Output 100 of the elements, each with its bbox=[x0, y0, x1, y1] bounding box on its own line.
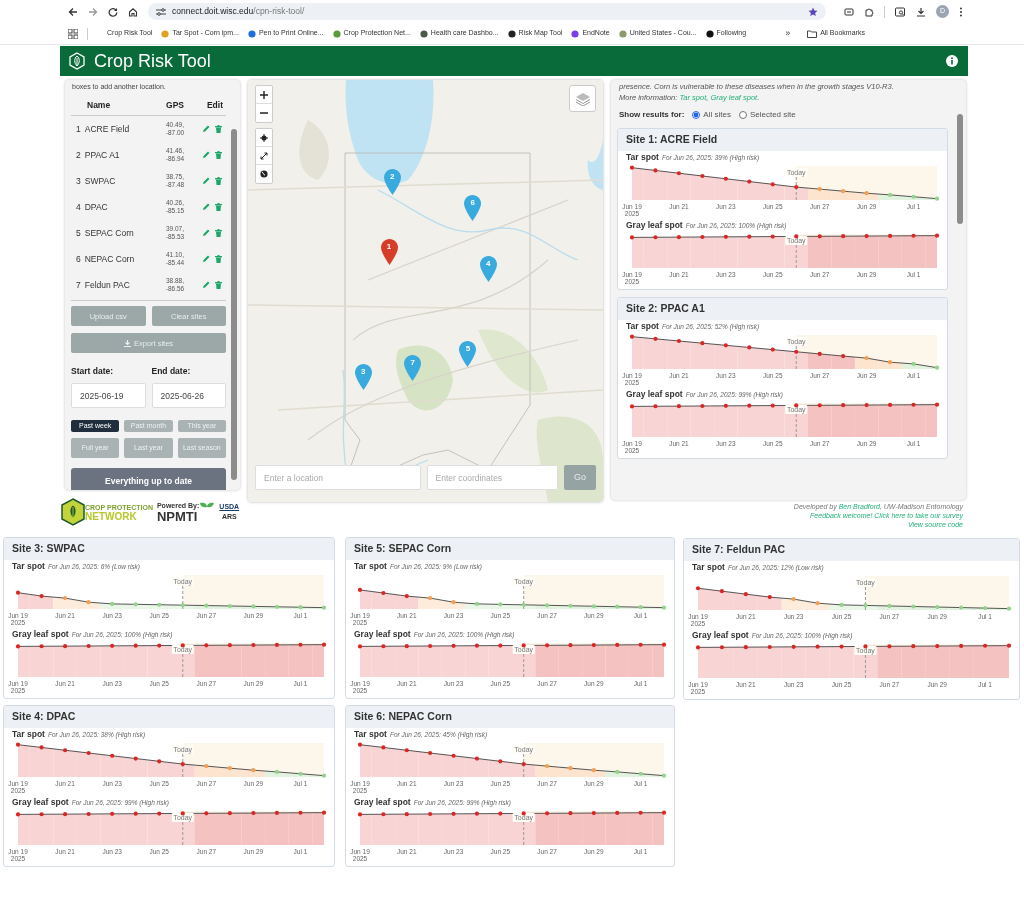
map-marker[interactable]: 3 bbox=[354, 363, 372, 390]
pencil-icon[interactable] bbox=[202, 151, 210, 160]
hexagon-logo-icon bbox=[61, 498, 85, 526]
map-marker[interactable]: 1 bbox=[380, 239, 398, 265]
crosshair-icon bbox=[260, 133, 268, 142]
bookmark-icon bbox=[332, 29, 341, 38]
plus-icon bbox=[260, 90, 268, 99]
logo-text: NETWORK bbox=[85, 512, 138, 521]
site-title: Site 5: SEPAC Corn bbox=[346, 538, 674, 560]
trash-icon[interactable] bbox=[215, 151, 222, 160]
disease-name: Tar spot bbox=[692, 561, 725, 573]
site-title: Site 7: Feldun PAC bbox=[684, 539, 1019, 561]
coordinates-field[interactable]: Enter coordinates bbox=[426, 465, 559, 490]
extension-icon[interactable] bbox=[844, 6, 854, 17]
site-name: ACRE Field bbox=[84, 122, 130, 136]
location-field[interactable]: Enter a location bbox=[255, 465, 421, 490]
disease-name: Gray leaf spot bbox=[12, 628, 69, 640]
forward-icon[interactable] bbox=[88, 6, 98, 17]
layers-button[interactable] bbox=[569, 85, 596, 112]
site-name: NEPAC Corn bbox=[84, 252, 135, 266]
radio-label[interactable]: Selected site bbox=[749, 109, 796, 121]
column-header: Edit bbox=[205, 98, 224, 112]
map-marker[interactable]: 7 bbox=[404, 354, 422, 381]
radio-button[interactable] bbox=[692, 111, 701, 119]
more-bookmarks-button[interactable]: » bbox=[785, 26, 791, 41]
bookmark-icon bbox=[618, 29, 627, 38]
radio-label[interactable]: All sites bbox=[703, 109, 731, 121]
folder-icon bbox=[807, 29, 818, 38]
row-number: 5 bbox=[76, 226, 81, 240]
globe-icon bbox=[260, 170, 268, 178]
map-marker[interactable]: 5 bbox=[459, 340, 477, 367]
home-icon[interactable] bbox=[128, 6, 138, 17]
bookmark-icon bbox=[507, 29, 516, 38]
start-date-field[interactable]: 2025-06-19 bbox=[71, 383, 146, 408]
apps-icon[interactable] bbox=[68, 28, 78, 39]
bookmark-icon bbox=[161, 29, 170, 38]
disease-name: Gray leaf spot bbox=[692, 629, 749, 641]
radio-button[interactable] bbox=[738, 111, 747, 119]
disease-name: Tar spot bbox=[354, 560, 387, 572]
disease-name: Gray leaf spot bbox=[354, 628, 411, 640]
reload-icon[interactable] bbox=[108, 6, 118, 17]
minus-icon bbox=[260, 109, 268, 117]
status-button[interactable]: Everything up to date bbox=[71, 468, 226, 490]
disease-name: Gray leaf spot bbox=[354, 796, 411, 808]
pencil-icon[interactable] bbox=[202, 177, 210, 186]
row-number: 6 bbox=[76, 252, 81, 266]
row-number: 3 bbox=[76, 174, 81, 188]
pencil-icon[interactable] bbox=[202, 281, 210, 290]
site-name: DPAC bbox=[84, 200, 108, 214]
trash-icon[interactable] bbox=[215, 177, 222, 186]
address-bar[interactable]: connect.doit.wisc.edu/cpn-risk-tool/ bbox=[148, 3, 826, 20]
pencil-icon[interactable] bbox=[202, 255, 210, 264]
back-icon[interactable] bbox=[68, 6, 78, 17]
site-title: Site 2: PPAC A1 bbox=[618, 297, 947, 320]
bookmark-icon bbox=[419, 29, 428, 38]
trash-icon[interactable] bbox=[215, 229, 222, 238]
row-number: 7 bbox=[76, 278, 81, 292]
logo-text: NPMTI bbox=[156, 509, 198, 524]
disease-name: Tar spot bbox=[12, 560, 45, 572]
pencil-icon[interactable] bbox=[202, 229, 210, 238]
site-title: Site 6: NEPAC Corn bbox=[346, 705, 674, 728]
row-number: 1 bbox=[76, 122, 81, 136]
bookmark-icon bbox=[247, 29, 256, 38]
map-marker[interactable]: 2 bbox=[383, 169, 401, 196]
star-icon[interactable] bbox=[808, 6, 818, 17]
disease-name: Gray leaf spot bbox=[12, 796, 69, 808]
trash-icon[interactable] bbox=[215, 255, 222, 264]
diagonal-arrows-icon bbox=[260, 151, 268, 160]
site-name: Feldun PAC bbox=[84, 278, 130, 292]
column-header: Name bbox=[86, 98, 112, 112]
trash-icon[interactable] bbox=[215, 281, 222, 290]
disease-name: Tar spot bbox=[626, 151, 659, 163]
site-title: Site 1: ACRE Field bbox=[618, 129, 947, 151]
end-date-field[interactable]: 2025-06-26 bbox=[151, 383, 226, 408]
app-title: Crop Risk Tool bbox=[94, 49, 212, 73]
pencil-icon[interactable] bbox=[202, 125, 210, 134]
bookmark-icon bbox=[705, 29, 714, 38]
leaf-logo-icon bbox=[68, 52, 86, 70]
map-marker[interactable]: 6 bbox=[464, 195, 482, 222]
row-number: 2 bbox=[76, 148, 81, 162]
row-number: 4 bbox=[76, 200, 81, 214]
filter-label: Show results for: bbox=[619, 109, 685, 121]
pencil-icon[interactable] bbox=[202, 203, 210, 212]
map-marker[interactable]: 4 bbox=[479, 255, 497, 282]
go-button[interactable]: Go bbox=[564, 465, 596, 490]
site-name: SWPAC bbox=[84, 174, 116, 188]
menu-icon[interactable] bbox=[959, 6, 963, 17]
date-label: End date: bbox=[151, 365, 192, 378]
info-icon[interactable] bbox=[946, 55, 958, 67]
trash-icon[interactable] bbox=[215, 125, 222, 134]
layers-icon bbox=[574, 91, 591, 106]
site-settings-icon[interactable] bbox=[156, 7, 166, 16]
disease-name: Tar spot bbox=[354, 728, 387, 740]
download-icon bbox=[123, 339, 131, 347]
tab-search-icon[interactable] bbox=[895, 6, 906, 17]
disease-name: Tar spot bbox=[12, 728, 45, 740]
bookmark-icon bbox=[571, 29, 580, 38]
download-icon[interactable] bbox=[916, 6, 926, 17]
site-title: Site 4: DPAC bbox=[4, 705, 334, 728]
trash-icon[interactable] bbox=[215, 203, 222, 212]
